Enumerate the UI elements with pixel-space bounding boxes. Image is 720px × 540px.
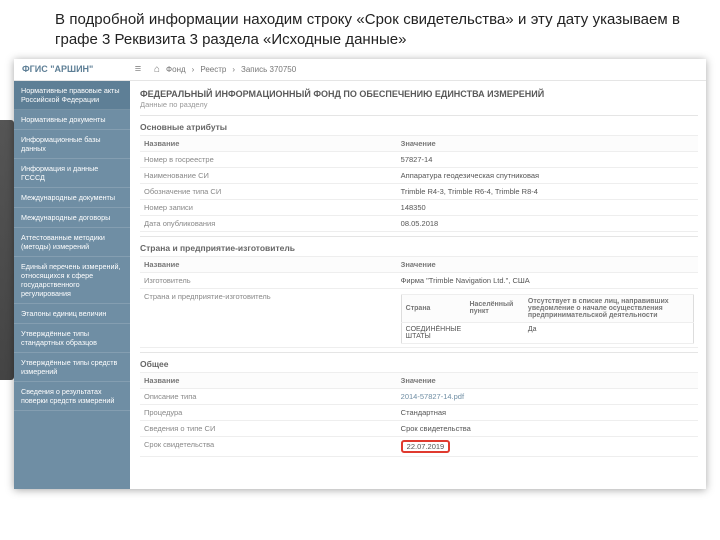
- table-row: Номер записи148350: [140, 199, 698, 215]
- sidebar-item[interactable]: Нормативные документы: [14, 110, 130, 130]
- embedded-screenshot: ФГИС "АРШИН" ≡ ⌂ Фонд › Реестр › Запись …: [14, 59, 706, 489]
- table-row: Страна и предприятие-изготовитель Страна…: [140, 288, 698, 347]
- sidebar-item-label: Международные документы: [21, 193, 115, 202]
- home-icon[interactable]: ⌂: [154, 64, 160, 75]
- sidebar-item-label: Информационные базы данных: [21, 135, 101, 153]
- pdf-link[interactable]: 2014-57827-14.pdf: [401, 392, 464, 401]
- breadcrumb: ⌂ Фонд › Реестр › Запись 370750: [146, 64, 296, 75]
- table-row: Сведения о типе СИСрок свидетельства: [140, 420, 698, 436]
- sidebar-item-label: Сведения о результатах поверки средств и…: [21, 387, 114, 405]
- col-value: Значение: [397, 372, 698, 388]
- sidebar-item-label: Международные договоры: [21, 213, 110, 222]
- content-area: ФЕДЕРАЛЬНЫЙ ИНФОРМАЦИОННЫЙ ФОНД ПО ОБЕСП…: [130, 81, 706, 489]
- table-row: Номер в госреестре57827-14: [140, 151, 698, 167]
- sidebar-item[interactable]: Утверждённые типы стандартных образцов: [14, 324, 130, 353]
- hamburger-icon[interactable]: ≡: [130, 63, 146, 75]
- sub-col-city: Населённый пункт: [465, 294, 523, 322]
- section-main-attrs: Основные атрибуты: [140, 122, 698, 132]
- col-name: Название: [140, 135, 397, 151]
- sidebar-item[interactable]: Международные документы: [14, 188, 130, 208]
- sidebar-item-label: Утверждённые типы стандартных образцов: [21, 329, 97, 347]
- col-value: Значение: [397, 256, 698, 272]
- sidebar-item-label: Нормативные правовые акты Российской Фед…: [21, 86, 120, 104]
- sidebar: Нормативные правовые акты Российской Фед…: [14, 81, 130, 489]
- table-row: ИзготовительФирма "Trimble Navigation Lt…: [140, 272, 698, 288]
- page-title: ФЕДЕРАЛЬНЫЙ ИНФОРМАЦИОННЫЙ ФОНД ПО ОБЕСП…: [140, 89, 698, 99]
- cert-date-highlight: 22.07.2019: [401, 440, 451, 453]
- page-side-tab: [0, 120, 14, 380]
- breadcrumb-item[interactable]: Реестр: [200, 65, 226, 74]
- sidebar-item[interactable]: Международные договоры: [14, 208, 130, 228]
- sidebar-item[interactable]: Информационные базы данных: [14, 130, 130, 159]
- sidebar-item[interactable]: Информация и данные ГСССД: [14, 159, 130, 188]
- maker-subtable: Страна Населённый пункт Отсутствует в сп…: [401, 294, 694, 344]
- sub-col-country: Страна: [401, 294, 465, 322]
- sidebar-item[interactable]: Нормативные правовые акты Российской Фед…: [14, 81, 130, 110]
- sidebar-item-label: Нормативные документы: [21, 115, 106, 124]
- sidebar-item[interactable]: Сведения о результатах поверки средств и…: [14, 382, 130, 411]
- sidebar-item[interactable]: Утверждённые типы средств измерений: [14, 353, 130, 382]
- table-row: ПроцедураСтандартная: [140, 404, 698, 420]
- table-row: Обозначение типа СИTrimble R4-3, Trimble…: [140, 183, 698, 199]
- col-name: Название: [140, 372, 397, 388]
- top-bar: ФГИС "АРШИН" ≡ ⌂ Фонд › Реестр › Запись …: [14, 59, 706, 81]
- table-row: Дата опубликования08.05.2018: [140, 215, 698, 231]
- table-row: Описание типа2014-57827-14.pdf: [140, 388, 698, 404]
- table-row: Наименование СИАппаратура геодезическая …: [140, 167, 698, 183]
- breadcrumb-item[interactable]: Фонд: [166, 65, 186, 74]
- instruction-text: В подробной информации находим строку «С…: [0, 0, 720, 59]
- sidebar-item-label: Информация и данные ГСССД: [21, 164, 98, 182]
- section-maker: Страна и предприятие-изготовитель: [140, 243, 698, 253]
- table-row-highlighted: Срок свидетельства22.07.2019: [140, 436, 698, 456]
- main-attrs-table: НазваниеЗначение Номер в госреестре57827…: [140, 135, 698, 232]
- page-subtitle: Данные по разделу: [140, 100, 698, 109]
- sidebar-item-label: Эталоны единиц величин: [21, 309, 106, 318]
- app-brand: ФГИС "АРШИН": [14, 64, 130, 74]
- sidebar-item[interactable]: Аттестованные методики (методы) измерени…: [14, 228, 130, 257]
- sub-col-absent: Отсутствует в списке лиц, направивших ув…: [524, 294, 694, 322]
- sidebar-item-label: Аттестованные методики (методы) измерени…: [21, 233, 105, 251]
- sidebar-item[interactable]: Единый перечень измерений, относящихся к…: [14, 257, 130, 304]
- general-table: НазваниеЗначение Описание типа2014-57827…: [140, 372, 698, 457]
- sidebar-item[interactable]: Эталоны единиц величин: [14, 304, 130, 324]
- breadcrumb-item: Запись 370750: [241, 65, 296, 74]
- sidebar-item-label: Утверждённые типы средств измерений: [21, 358, 117, 376]
- col-name: Название: [140, 256, 397, 272]
- col-value: Значение: [397, 135, 698, 151]
- section-general: Общее: [140, 359, 698, 369]
- maker-table: НазваниеЗначение ИзготовительФирма "Trim…: [140, 256, 698, 348]
- sidebar-item-label: Единый перечень измерений, относящихся к…: [21, 262, 121, 298]
